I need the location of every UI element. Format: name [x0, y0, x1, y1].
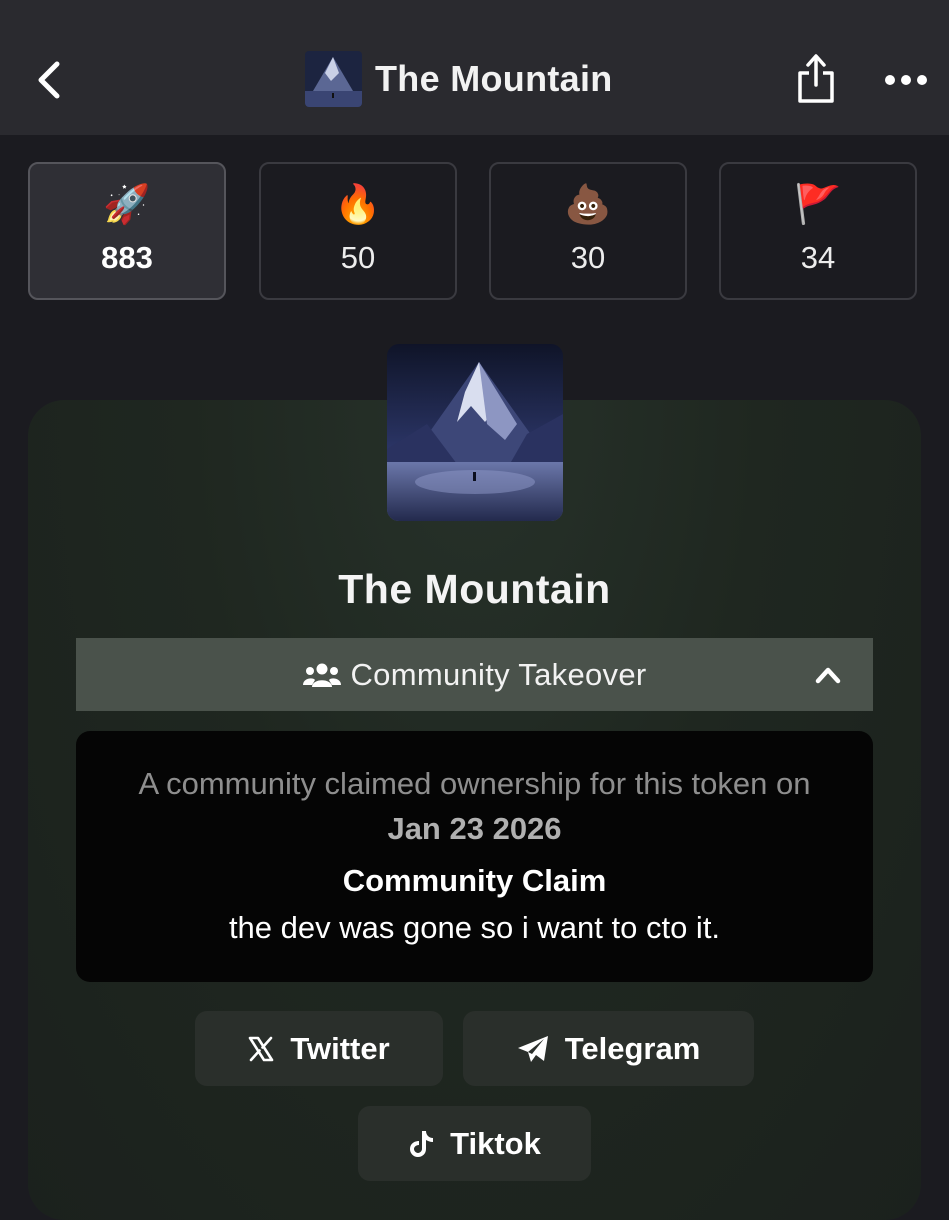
- share-icon: [798, 54, 834, 103]
- twitter-button[interactable]: Twitter: [195, 1011, 443, 1086]
- header-title-group: The Mountain: [305, 51, 613, 107]
- poop-icon: 💩: [564, 182, 612, 226]
- users-icon: [302, 663, 341, 687]
- community-takeover-toggle[interactable]: Community Takeover: [76, 638, 873, 711]
- token-avatar: [387, 344, 563, 521]
- telegram-label: Telegram: [564, 1030, 701, 1066]
- rocket-icon: 🚀: [103, 182, 151, 226]
- header-title: The Mountain: [375, 58, 613, 99]
- tiktok-label: Tiktok: [450, 1125, 541, 1161]
- reaction-poop[interactable]: 💩 30: [489, 162, 687, 300]
- claim-date: Jan 23 2026: [387, 811, 562, 846]
- reaction-bar: 🚀 883 🔥 50 💩 30 🚩 34: [28, 162, 920, 304]
- telegram-icon: [517, 1035, 548, 1062]
- tiktok-button[interactable]: Tiktok: [358, 1106, 591, 1181]
- community-takeover-label: Community Takeover: [350, 656, 647, 692]
- token-name: The Mountain: [338, 566, 611, 612]
- back-button[interactable]: [28, 52, 68, 108]
- chevron-up-icon: [815, 667, 841, 684]
- x-icon: [249, 1036, 274, 1061]
- reaction-rocket[interactable]: 🚀 883: [28, 162, 226, 300]
- reaction-red-flag[interactable]: 🚩 34: [719, 162, 917, 300]
- token-thumbnail: [305, 51, 362, 107]
- reaction-count: 50: [340, 240, 376, 275]
- reaction-count: 34: [800, 240, 836, 275]
- claim-description: A community claimed ownership for this t…: [116, 761, 833, 851]
- red-flag-icon: 🚩: [794, 182, 842, 226]
- fire-icon: 🔥: [334, 182, 382, 226]
- share-button[interactable]: [792, 50, 840, 108]
- claim-body: the dev was gone so i want to cto it.: [228, 910, 721, 945]
- reaction-fire[interactable]: 🔥 50: [259, 162, 457, 300]
- top-bar: The Mountain: [0, 0, 949, 135]
- claim-description-text: A community claimed ownership for this t…: [138, 766, 811, 801]
- more-button[interactable]: [878, 60, 934, 100]
- twitter-label: Twitter: [290, 1030, 390, 1066]
- claim-heading: Community Claim: [342, 863, 607, 898]
- telegram-button[interactable]: Telegram: [463, 1011, 754, 1086]
- tiktok-icon: [410, 1130, 434, 1157]
- reaction-count: 30: [570, 240, 606, 275]
- more-horizontal-icon: [885, 75, 927, 85]
- chevron-left-icon: [38, 61, 60, 99]
- reaction-count: 883: [101, 240, 153, 275]
